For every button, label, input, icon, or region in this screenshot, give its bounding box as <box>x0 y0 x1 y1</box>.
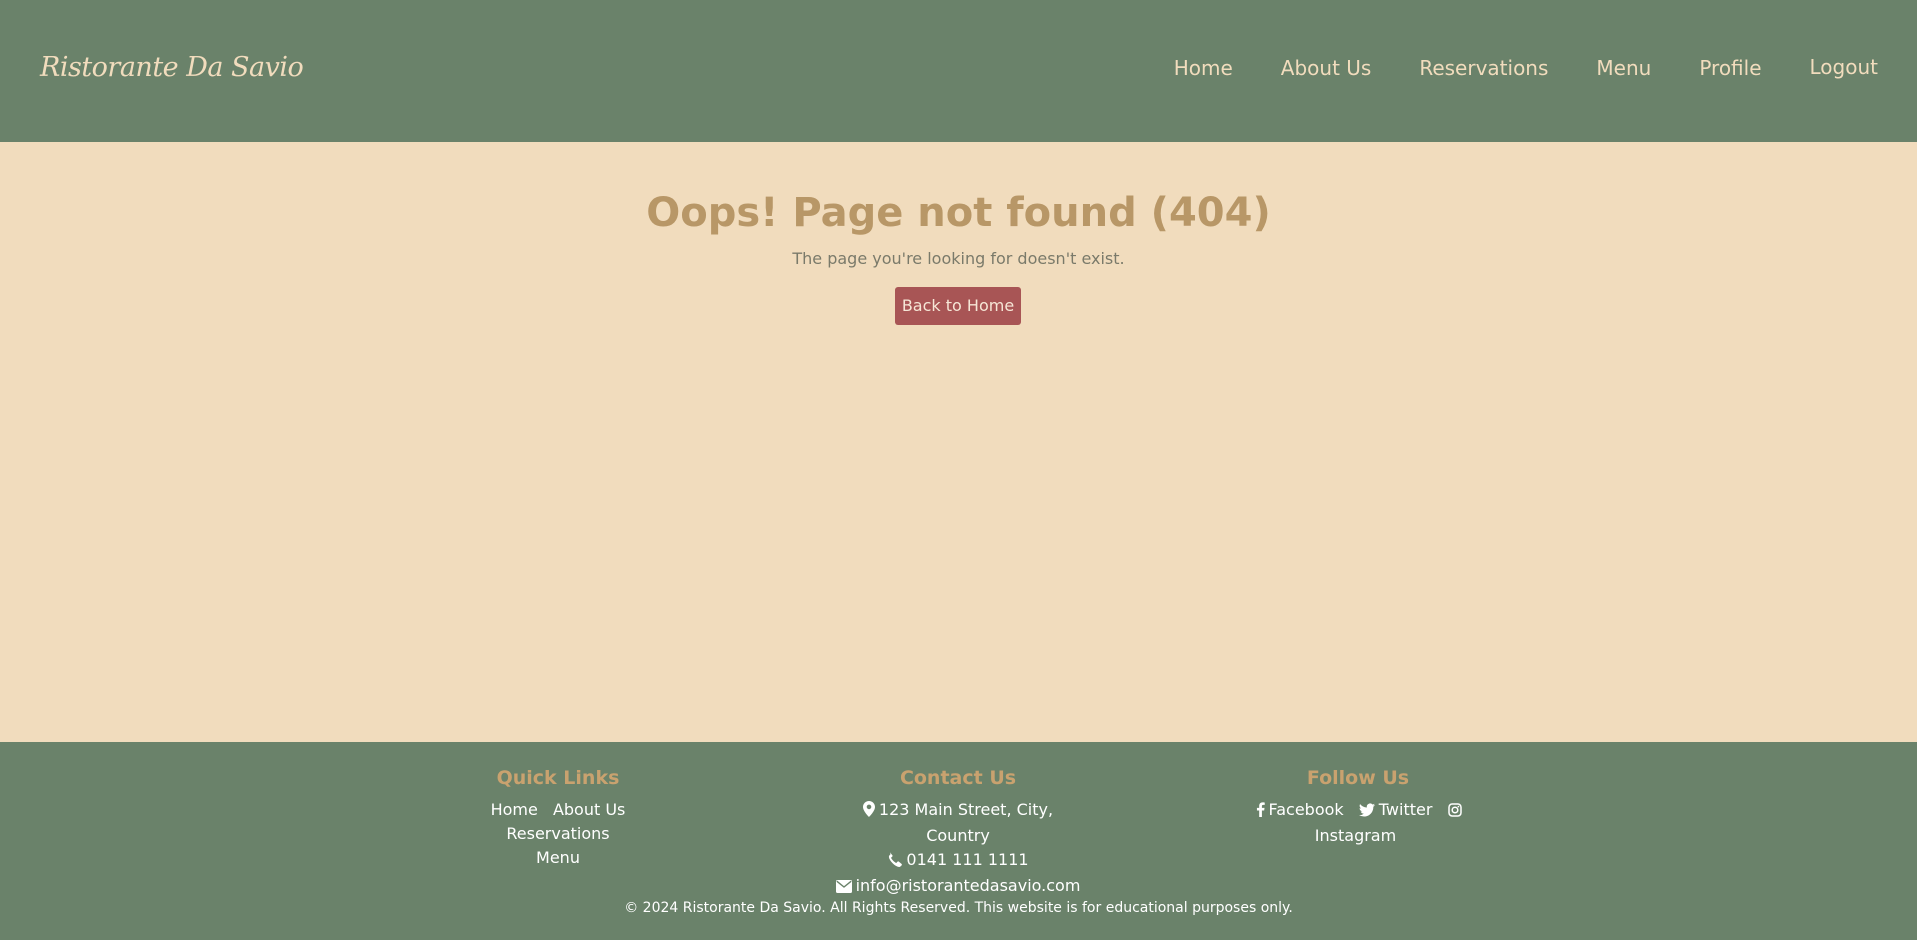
facebook-icon <box>1256 800 1265 824</box>
contact-email-row: info@ristorantedasavio.com <box>833 874 1083 900</box>
follow-heading: Follow Us <box>1306 767 1410 789</box>
footer-link-about-us[interactable]: About Us <box>553 800 625 819</box>
map-marker-icon <box>862 800 875 824</box>
footer-contact: Contact Us 123 Main Street, City, Countr… <box>833 767 1083 900</box>
facebook-link[interactable]: Facebook <box>1256 800 1344 819</box>
envelope-icon <box>835 876 852 900</box>
twitter-link[interactable]: Twitter <box>1358 800 1433 819</box>
nav-reservations[interactable]: Reservations <box>1419 56 1548 80</box>
nav-about-us[interactable]: About Us <box>1281 56 1372 80</box>
nav-home[interactable]: Home <box>1174 56 1233 80</box>
nav-logout[interactable]: Logout <box>1810 55 1878 79</box>
nav-menu[interactable]: Menu <box>1596 56 1651 80</box>
contact-heading: Contact Us <box>899 767 1017 789</box>
error-title: Oops! Page not found (404) <box>646 190 1271 236</box>
contact-phone-row: 0141 111 1111 <box>833 848 1083 874</box>
footer-link-home[interactable]: Home <box>491 800 538 819</box>
main-content: Oops! Page not found (404) The page you'… <box>0 142 1917 742</box>
error-message: The page you're looking for doesn't exis… <box>792 249 1125 268</box>
footer: Quick Links Home About Us Reservations M… <box>0 742 1917 940</box>
footer-link-menu[interactable]: Menu <box>536 848 580 867</box>
nav-profile[interactable]: Profile <box>1699 56 1761 80</box>
brand-logo[interactable]: Ristorante Da Savio <box>40 52 304 83</box>
phone-icon <box>887 850 903 874</box>
copyright-text: © 2024 Ristorante Da Savio. All Rights R… <box>624 900 1293 916</box>
twitter-icon <box>1358 800 1375 824</box>
twitter-label: Twitter <box>1378 800 1433 819</box>
contact-address-row: 123 Main Street, City, Country <box>833 798 1083 848</box>
contact-address: 123 Main Street, City, Country <box>878 800 1054 845</box>
footer-link-reservations[interactable]: Reservations <box>506 824 609 843</box>
contact-phone: 0141 111 1111 <box>906 850 1029 869</box>
contact-email[interactable]: info@ristorantedasavio.com <box>856 876 1081 895</box>
navbar: Ristorante Da Savio Home About Us Reserv… <box>0 0 1917 142</box>
quick-links-heading: Quick Links <box>496 767 620 789</box>
instagram-icon <box>1447 800 1462 824</box>
nav-links: Home About Us Reservations Menu Profile … <box>1174 55 1878 80</box>
back-to-home-button[interactable]: Back to Home <box>895 287 1021 325</box>
footer-quick-links: Quick Links Home About Us Reservations M… <box>433 767 683 870</box>
footer-follow: Follow Us Facebook Twitter Instagram <box>1208 767 1508 848</box>
facebook-label: Facebook <box>1268 800 1344 819</box>
instagram-label: Instagram <box>1314 826 1397 845</box>
